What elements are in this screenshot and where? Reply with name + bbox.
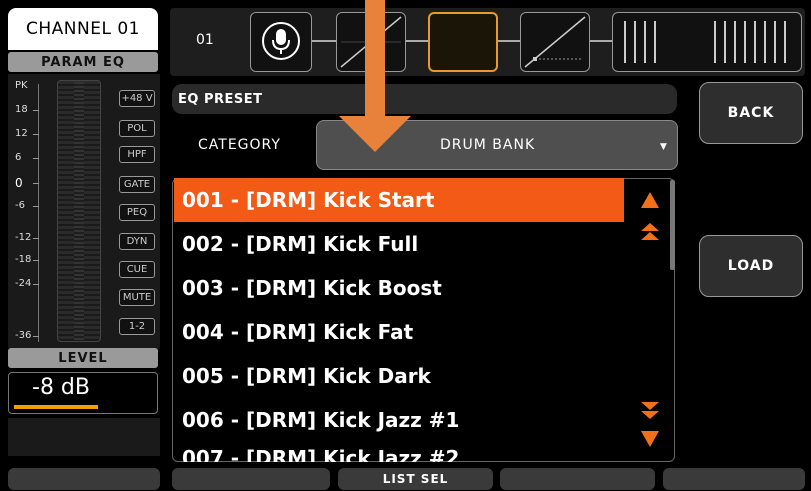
flag-phantom-power[interactable]: +48 V	[119, 90, 155, 107]
softkey-2[interactable]	[172, 468, 330, 490]
scale-tick	[33, 183, 39, 184]
scale-tick	[33, 110, 39, 111]
scale-label-0: 0	[15, 176, 23, 190]
annotation-arrow-head	[339, 116, 411, 152]
flag-hpf[interactable]: HPF	[119, 146, 155, 163]
flag-cue[interactable]: CUE	[119, 261, 155, 278]
flag-gate[interactable]: GATE	[119, 176, 155, 193]
scroll-up-icon[interactable]	[640, 191, 660, 213]
section-label: PARAM EQ	[8, 52, 158, 72]
eq-block-icon	[430, 14, 496, 70]
preset-list-item[interactable]: 007 - [DRM] Kick Jazz #2	[174, 442, 624, 462]
annotation-arrow	[365, 0, 385, 118]
scale-tick	[33, 238, 39, 239]
dynamics-block[interactable]	[520, 12, 590, 72]
eq-block[interactable]	[428, 12, 498, 72]
channel-number: 01	[196, 32, 214, 48]
level-meter-segments	[74, 82, 84, 340]
meter-scale-line	[38, 84, 39, 342]
list-scrollbar[interactable]	[670, 180, 675, 270]
level-label: LEVEL	[8, 348, 158, 368]
scale-label-12: 12	[15, 128, 28, 139]
scale-label-minus-24: -24	[15, 278, 32, 289]
softkey-5[interactable]	[663, 468, 805, 490]
flag-mute[interactable]: MUTE	[119, 289, 155, 306]
fader-bank-icon	[624, 21, 786, 63]
preset-list-item[interactable]: 003 - [DRM] Kick Boost	[174, 266, 624, 310]
scroll-down-icon[interactable]	[640, 430, 660, 452]
channel-tab[interactable]: CHANNEL 01	[8, 8, 158, 50]
level-value: -8 dB	[32, 375, 90, 400]
preset-list-item[interactable]: 005 - [DRM] Kick Dark	[174, 354, 624, 398]
scale-label-minus-6: -6	[15, 200, 25, 211]
mic-input-icon	[262, 22, 300, 60]
level-bar	[14, 405, 98, 409]
page-up-icon[interactable]	[640, 222, 660, 246]
flag-polarity[interactable]: POL	[119, 120, 155, 137]
chevron-down-icon: ▼	[660, 142, 667, 152]
scale-tick	[33, 336, 39, 337]
scale-label-pk: PK	[15, 80, 28, 91]
scale-tick	[33, 284, 39, 285]
scale-label-18: 18	[15, 104, 28, 115]
list-sel-softkey[interactable]: LIST SEL	[338, 468, 493, 490]
fader-block[interactable]	[612, 12, 802, 72]
softkey-1[interactable]	[8, 468, 160, 490]
flag-peq[interactable]: PEQ	[119, 204, 155, 221]
preset-list-item[interactable]: 004 - [DRM] Kick Fat	[174, 310, 624, 354]
scale-label-6: 6	[15, 152, 22, 163]
scale-tick	[33, 134, 39, 135]
left-lower-panel	[8, 418, 160, 456]
scale-tick	[33, 158, 39, 159]
category-label: CATEGORY	[198, 137, 281, 153]
preset-list-item[interactable]: 001 - [DRM] Kick Start	[174, 178, 624, 222]
category-value: DRUM BANK	[440, 137, 536, 153]
flag-stereo-link[interactable]: 1-2	[119, 318, 155, 335]
scale-label-minus-36: -36	[15, 330, 32, 341]
page-down-icon[interactable]	[640, 400, 660, 424]
eq-preset-title-bar: EQ PRESET	[172, 84, 677, 114]
softkey-4[interactable]	[500, 468, 655, 490]
flag-dyn[interactable]: DYN	[119, 233, 155, 250]
load-button[interactable]: LOAD	[699, 235, 803, 297]
scale-tick	[33, 260, 39, 261]
preset-list-item[interactable]: 002 - [DRM] Kick Full	[174, 222, 624, 266]
compressor-curve-icon	[524, 16, 586, 68]
scale-tick	[33, 206, 39, 207]
back-button[interactable]: BACK	[699, 82, 803, 144]
scale-label-minus-12: -12	[15, 232, 32, 243]
scale-label-minus-18: -18	[15, 254, 32, 265]
preset-list-item[interactable]: 006 - [DRM] Kick Jazz #1	[174, 398, 624, 442]
